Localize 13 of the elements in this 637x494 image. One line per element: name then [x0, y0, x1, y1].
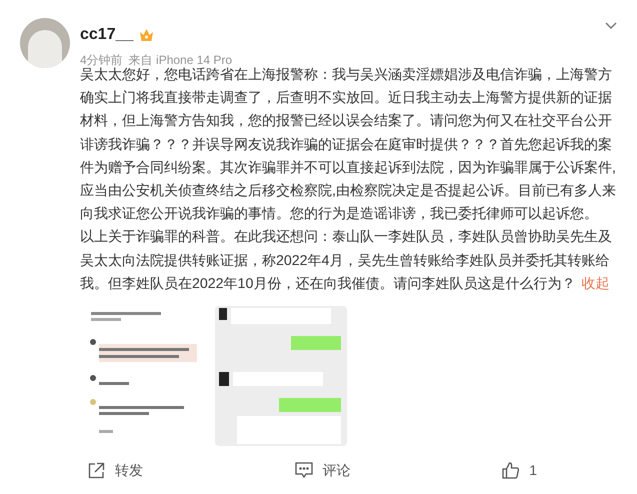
repost-button[interactable]: 转发 — [88, 460, 143, 482]
chevron-down-icon[interactable] — [605, 22, 617, 30]
like-button[interactable]: 1 — [502, 460, 537, 482]
post-time: 4分钟前 — [80, 52, 123, 68]
share-icon — [88, 462, 105, 480]
post-text: 以上关于诈骗罪的科普。在此我还想问：泰山队一李姓队员，李姓队员曾协助吴先生及吴太太向法院提供转账证据，称2022年4月，吴先生曾转账给李姓队员并委托其转账给我。但李姓队员在2022年10月份，还在向我催债。请问李姓队员这是什么行为？ 收起 — [80, 228, 613, 294]
thumbs-up-icon — [502, 462, 520, 480]
username[interactable]: cc17__ — [80, 23, 134, 47]
comment-icon — [294, 462, 313, 480]
comment-button[interactable]: 评论 — [294, 460, 351, 482]
crown-icon — [139, 28, 154, 42]
post-source: 来自 iPhone 14 Pro — [128, 52, 232, 68]
post-text: 吴太太您好，您电话跨省在上海报警称：我与吴兴涵卖淫嫖娼涉及电信诈骗，上海警方确实上门将我直接带走调查了，后查明不实放回。近日我主动去上海警方提供新的证据材料，但上海警方告知我，您的报警已经以误会结案了。请问您为何又在社交平台公开诽谤我诈骗？？？并误导网友说我诈骗的证据会在庭审时提供？？？首先您起诉我的案件为赠予合同纠纷案。其次诈骗罪并不可以直接起诉到法院，因为诈骗罪属于公诉案件,应当由公安机关侦查终结之后移交检察院,由检察院决定是否提起公诉。目前已有多人来向我求证您公开说我诈骗的事情。您的行为是造谣诽谤，我已委托律师可以起诉您。 — [80, 66, 617, 224]
